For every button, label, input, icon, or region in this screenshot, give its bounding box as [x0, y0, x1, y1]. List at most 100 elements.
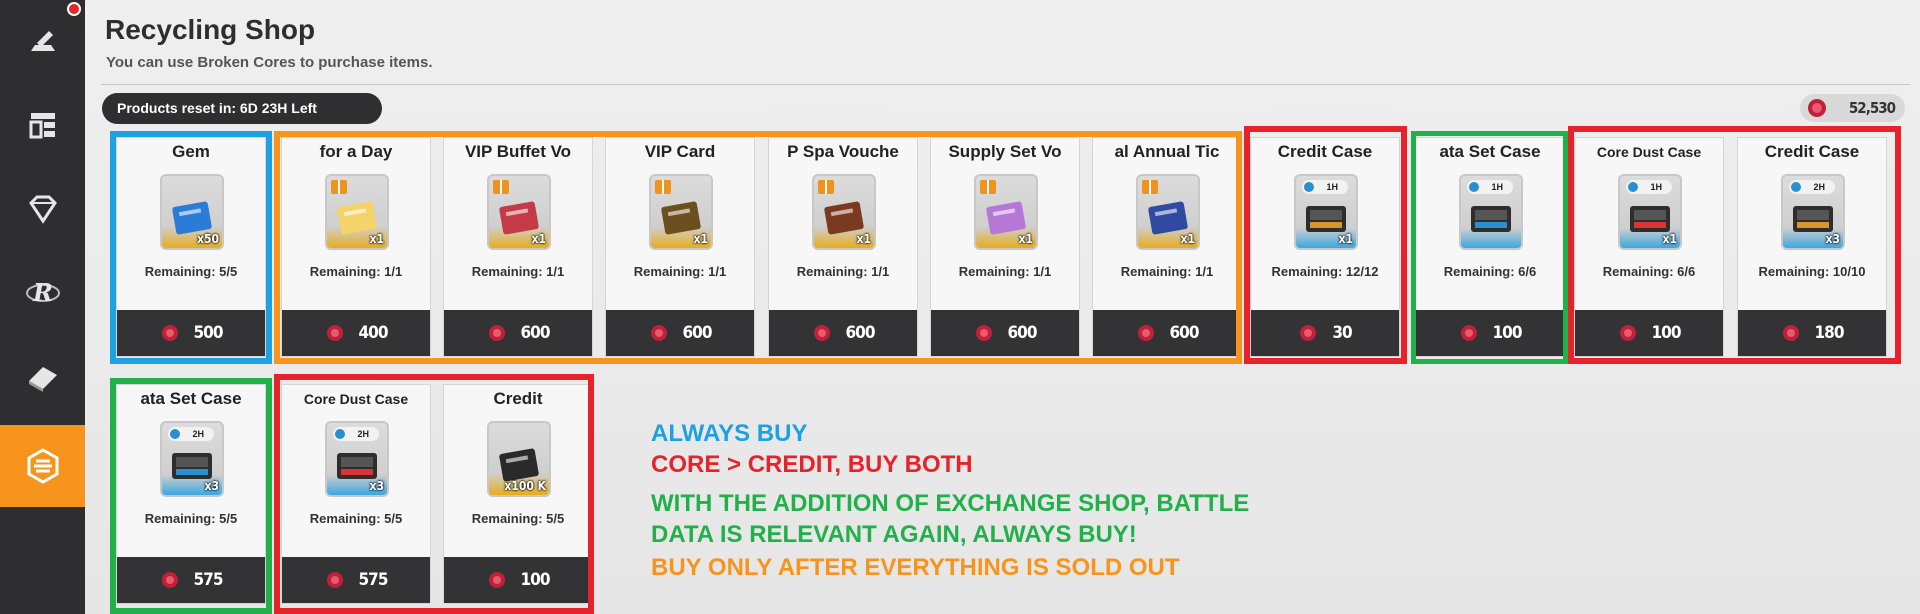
product-card[interactable]: Supply Set Vo x1 Remaining: 1/1 600: [930, 137, 1080, 357]
buy-button[interactable]: 600: [769, 310, 917, 356]
product-quantity: x50: [197, 232, 219, 246]
sidebar-item-shop[interactable]: [0, 84, 85, 166]
product-card[interactable]: Gem x50 Remaining: 5/5 500: [116, 137, 266, 357]
product-quantity: x3: [204, 479, 219, 493]
broken-core-icon: [1300, 325, 1317, 341]
product-card[interactable]: Credit x100 K Remaining: 5/5 100: [443, 384, 593, 604]
product-icon: x1: [649, 174, 713, 250]
product-remaining: Remaining: 6/6: [1602, 264, 1696, 279]
gift-icon: [331, 180, 347, 194]
duration-badge: 1H: [1467, 180, 1513, 194]
product-price: 500: [193, 323, 224, 343]
broken-core-icon: [488, 572, 505, 588]
product-remaining: Remaining: 5/5: [471, 511, 565, 526]
product-icon: 2H x3: [325, 421, 389, 497]
buy-button[interactable]: 600: [931, 310, 1079, 356]
currency-amount: 52,530: [1848, 99, 1896, 117]
product-price: 100: [1492, 323, 1523, 343]
product-icon: x100 K: [487, 421, 551, 497]
eraser-icon: [28, 367, 57, 392]
buy-button[interactable]: 30: [1251, 310, 1399, 356]
product-remaining: Remaining: 1/1: [796, 264, 890, 279]
product-quantity: x1: [369, 232, 384, 246]
broken-core-icon: [326, 572, 343, 588]
product-quantity: x1: [1662, 232, 1677, 246]
note-sold-out: BUY ONLY AFTER EVERYTHING IS SOLD OUT: [651, 554, 1180, 581]
product-icon: 1H x1: [1294, 174, 1358, 250]
sidebar-item-recycling[interactable]: [0, 425, 85, 507]
sidebar-item-r[interactable]: R: [0, 252, 85, 334]
product-card[interactable]: Core Dust Case 2H x3 Remaining: 5/5 575: [281, 384, 431, 604]
note-battle-data-line2: DATA IS RELEVANT AGAIN, ALWAYS BUY!: [651, 521, 1137, 548]
duration-badge: 2H: [1789, 180, 1835, 194]
product-quantity: x3: [1825, 232, 1840, 246]
buy-button[interactable]: 100: [444, 557, 592, 603]
product-quantity: x3: [369, 479, 384, 493]
currency-balance: 52,530: [1800, 94, 1905, 122]
product-quantity: x1: [1180, 232, 1195, 246]
product-card[interactable]: Credit Case 2H x3 Remaining: 10/10 180: [1737, 137, 1887, 357]
product-icon: x1: [487, 174, 551, 250]
product-icon: 1H x1: [1618, 174, 1682, 250]
product-remaining: Remaining: 1/1: [633, 264, 727, 279]
product-quantity: x1: [1338, 232, 1353, 246]
item-art-icon: [1471, 206, 1511, 232]
product-card[interactable]: for a Day x1 Remaining: 1/1 400: [281, 137, 431, 357]
product-card[interactable]: VIP Buffet Vo x1 Remaining: 1/1 600: [443, 137, 593, 357]
product-card[interactable]: VIP Card x1 Remaining: 1/1 600: [605, 137, 755, 357]
sidebar-item-forge[interactable]: [0, 0, 85, 82]
sidebar-item-gems[interactable]: [0, 168, 85, 250]
note-core-credit: CORE > CREDIT, BUY BOTH: [651, 451, 973, 478]
svg-text:R: R: [32, 278, 53, 307]
product-card[interactable]: ata Set Case 2H x3 Remaining: 5/5 575: [116, 384, 266, 604]
product-remaining: Remaining: 6/6: [1443, 264, 1537, 279]
broken-core-icon: [326, 325, 343, 341]
product-card[interactable]: al Annual Tic x1 Remaining: 1/1 600: [1092, 137, 1242, 357]
broken-core-icon: [1782, 325, 1799, 341]
broken-core-icon: [650, 325, 667, 341]
product-name: P Spa Vouche: [787, 142, 899, 161]
buy-button[interactable]: 100: [1416, 310, 1564, 356]
product-card[interactable]: Core Dust Case 1H x1 Remaining: 6/6 100: [1574, 137, 1724, 357]
product-icon: 2H x3: [160, 421, 224, 497]
gift-icon: [818, 180, 834, 194]
buy-button[interactable]: 600: [1093, 310, 1241, 356]
product-name: Gem: [172, 142, 210, 161]
product-icon: x50: [160, 174, 224, 250]
product-name: Credit: [493, 389, 543, 408]
product-quantity: x100 K: [504, 479, 546, 493]
product-price: 400: [358, 323, 389, 343]
product-remaining: Remaining: 1/1: [471, 264, 565, 279]
broken-core-icon: [1137, 325, 1154, 341]
buy-button[interactable]: 575: [117, 557, 265, 603]
product-name: VIP Buffet Vo: [464, 142, 572, 161]
broken-core-icon: [975, 325, 992, 341]
buy-button[interactable]: 500: [117, 310, 265, 356]
buy-button[interactable]: 100: [1575, 310, 1723, 356]
buy-button[interactable]: 575: [282, 557, 430, 603]
product-remaining: Remaining: 1/1: [1120, 264, 1214, 279]
gift-icon: [655, 180, 671, 194]
sidebar-item-eraser[interactable]: [0, 336, 85, 418]
product-name: for a Day: [319, 142, 393, 161]
product-price: 575: [358, 570, 389, 590]
anvil-icon: [30, 31, 55, 51]
page-title: Recycling Shop: [105, 14, 316, 45]
product-quantity: x1: [531, 232, 546, 246]
buy-button[interactable]: 600: [606, 310, 754, 356]
product-price: 575: [193, 570, 224, 590]
product-card[interactable]: ata Set Case 1H Remaining: 6/6 100: [1415, 137, 1565, 357]
broken-core-icon: [1460, 325, 1477, 341]
buy-button[interactable]: 180: [1738, 310, 1886, 356]
product-price: 600: [845, 323, 876, 343]
product-card[interactable]: P Spa Vouche x1 Remaining: 1/1 600: [768, 137, 918, 357]
buy-button[interactable]: 600: [444, 310, 592, 356]
product-name: VIP Card: [644, 142, 716, 161]
buy-button[interactable]: 400: [282, 310, 430, 356]
product-card[interactable]: Credit Case 1H x1 Remaining: 12/12 30: [1250, 137, 1400, 357]
product-price: 600: [1007, 323, 1038, 343]
broken-core-icon: [161, 325, 178, 341]
product-name: ata Set Case: [140, 389, 242, 408]
product-name: Credit Case: [1764, 142, 1860, 161]
broken-core-icon: [813, 325, 830, 341]
